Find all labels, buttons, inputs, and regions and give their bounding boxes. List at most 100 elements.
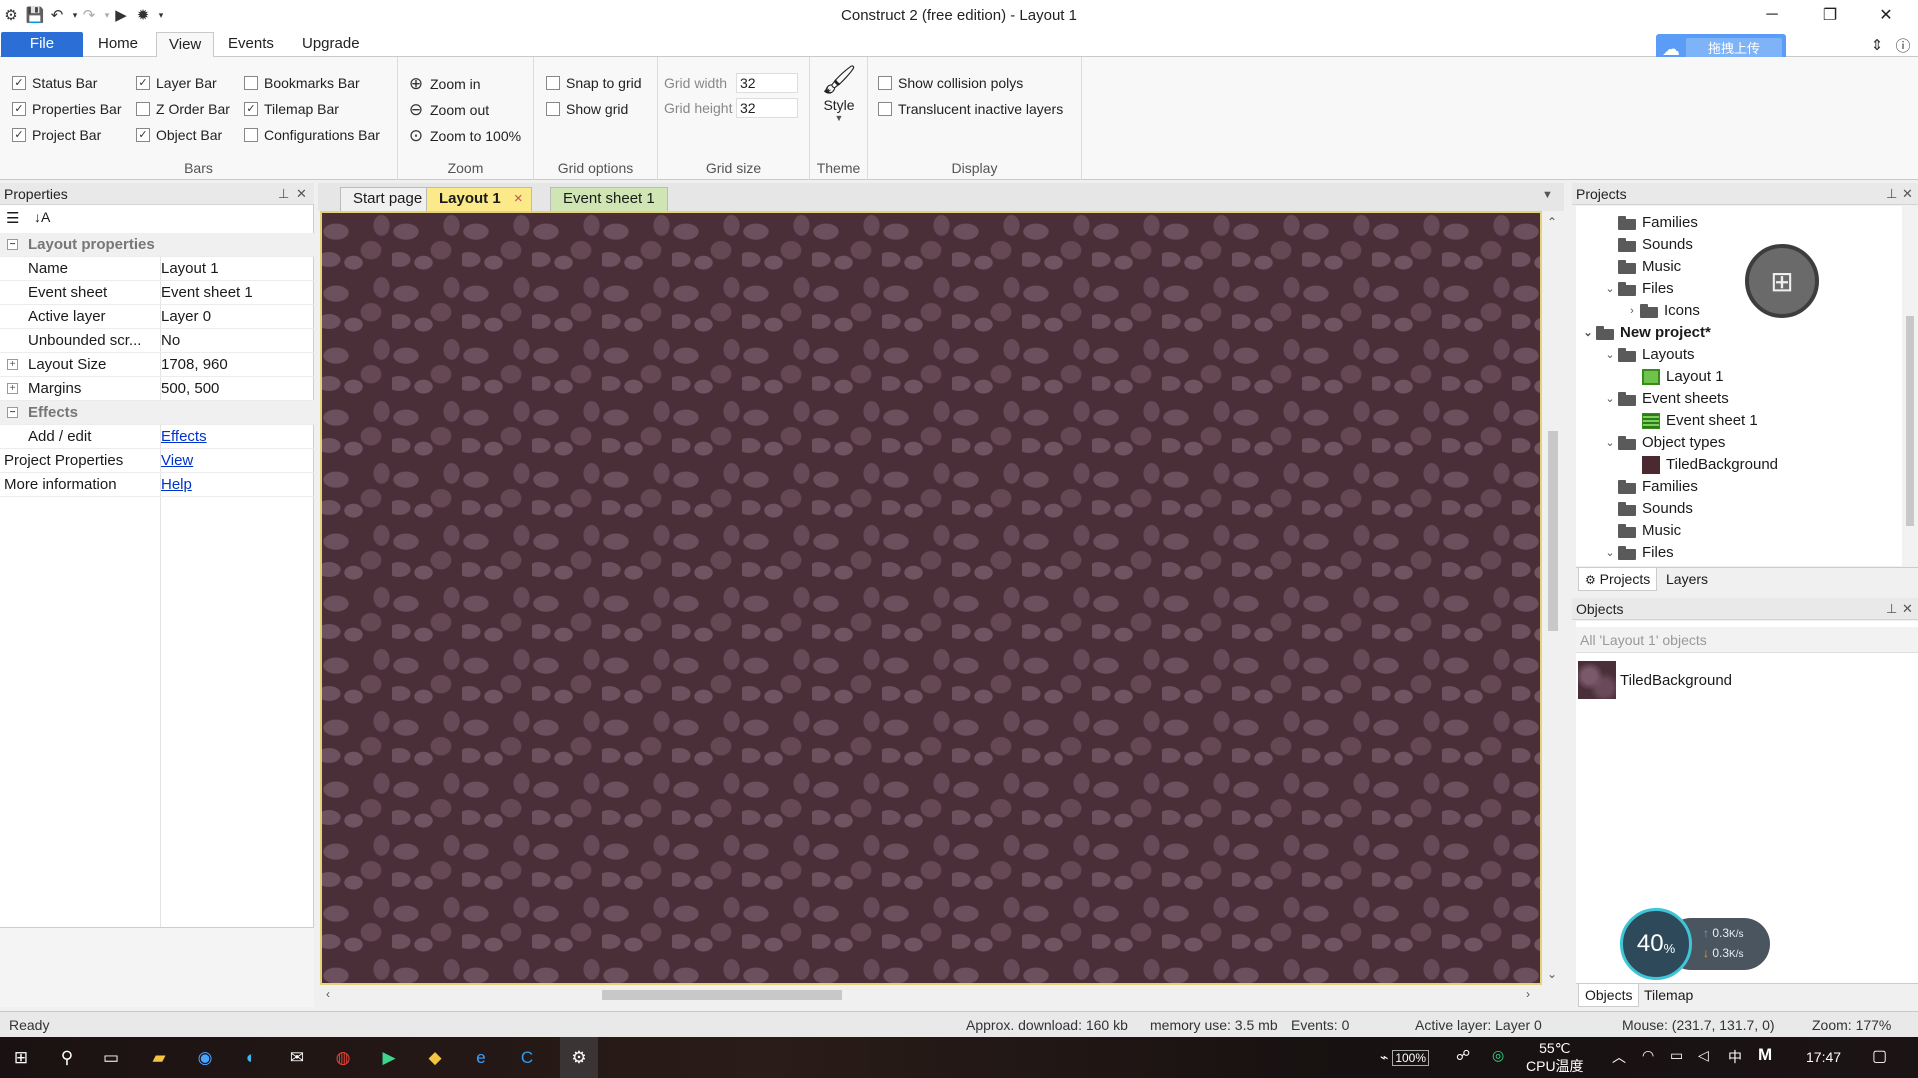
ime-indicator[interactable]: 中 [1728, 1047, 1742, 1067]
status-bar-toggle[interactable]: ✓ Status Bar [12, 75, 97, 91]
style-button[interactable]: 🖌 Style ▼ [810, 63, 868, 123]
tree-item-files[interactable]: ⌄ Files [1602, 542, 1673, 564]
tree-item-event-sheets[interactable]: ⌄ Event sheets [1602, 388, 1728, 410]
tab-layers[interactable]: Layers [1660, 568, 1714, 591]
tree-item-icons[interactable]: › Icons [1624, 300, 1700, 322]
tab-objects[interactable]: Objects [1578, 984, 1640, 1007]
sort-alpha-icon[interactable]: ↓A [34, 209, 50, 225]
snap-to-grid-toggle[interactable]: Snap to grid [546, 75, 642, 91]
task-view-icon[interactable]: ▭ [98, 1045, 124, 1071]
property-row[interactable]: + Margins 500, 500 [0, 377, 314, 401]
tree-item-sounds[interactable]: Sounds [1618, 498, 1693, 520]
projects-scrollbar[interactable] [1902, 206, 1918, 566]
tree-item-layout-1[interactable]: Layout 1 [1642, 366, 1724, 388]
grid-height-input[interactable]: 32 [736, 98, 798, 118]
close-button[interactable]: ✕ [1860, 0, 1912, 30]
clock[interactable]: 17:47 [1806, 1049, 1841, 1065]
tab-view[interactable]: View [156, 32, 215, 58]
wifi-icon[interactable]: ◠ [1642, 1047, 1654, 1064]
zoom-in-button[interactable]: ⊕ Zoom in [406, 74, 481, 94]
minimize-button[interactable]: ─ [1746, 0, 1798, 30]
scroll-thumb[interactable] [1906, 316, 1914, 526]
layer-bar-toggle[interactable]: ✓ Layer Bar [136, 75, 217, 91]
collapse-icon[interactable]: − [7, 407, 18, 418]
scroll-thumb[interactable] [602, 990, 842, 1000]
category-layout-properties[interactable]: − Layout properties [0, 233, 314, 257]
property-row[interactable]: Add / edit Effects [0, 425, 314, 449]
about-info-icon[interactable]: ⓘ [1894, 36, 1912, 55]
tree-item-new-project[interactable]: ⌄ New project* [1580, 322, 1710, 344]
chrome-icon[interactable]: ◍ [330, 1045, 356, 1071]
tab-upgrade[interactable]: Upgrade [290, 32, 372, 58]
pin-icon[interactable]: ⊥ [1886, 183, 1897, 205]
mail-icon[interactable]: ✉ [284, 1045, 310, 1071]
ribbon-collapse-icon[interactable]: ⇕ [1868, 36, 1886, 54]
tree-item-sounds[interactable]: Sounds [1618, 234, 1693, 256]
z-order-bar-toggle[interactable]: Z Order Bar [136, 101, 230, 117]
property-row[interactable]: Project Properties View [0, 449, 314, 473]
object-bar-toggle[interactable]: ✓ Object Bar [136, 127, 222, 143]
tree-item-tiledbackground[interactable]: TiledBackground [1642, 454, 1778, 476]
app-c-icon[interactable]: C [514, 1045, 540, 1071]
zoom-out-button[interactable]: ⊖ Zoom out [406, 100, 489, 120]
translucent-layers-toggle[interactable]: Translucent inactive layers [878, 101, 1063, 117]
ie-icon[interactable]: e [468, 1045, 494, 1071]
tree-item-files[interactable]: ⌄ Files [1602, 278, 1673, 300]
restore-button[interactable]: ❐ [1804, 0, 1856, 30]
configurations-bar-toggle[interactable]: Configurations Bar [244, 127, 380, 143]
start-windows-icon[interactable]: ⊞ [8, 1045, 34, 1071]
chevron-down-icon[interactable]: ⌄ [1602, 278, 1618, 300]
collapse-icon[interactable]: − [7, 239, 18, 250]
property-row[interactable]: Unbounded scr... No [0, 329, 314, 353]
grid-width-input[interactable]: 32 [736, 73, 798, 93]
expand-icon[interactable]: + [7, 359, 18, 370]
tab-event-sheet-1[interactable]: Event sheet 1 [550, 187, 668, 211]
tree-item-music[interactable]: Music [1618, 520, 1681, 542]
scroll-up-icon[interactable]: ⌃ [1547, 215, 1557, 229]
close-icon[interactable]: ✕ [1902, 598, 1913, 620]
project-bar-toggle[interactable]: ✓ Project Bar [12, 127, 101, 143]
zoom-100-button[interactable]: ⊙ Zoom to 100% [406, 126, 521, 146]
tree-item-layouts[interactable]: ⌄ Layouts [1602, 344, 1694, 366]
pin-icon[interactable]: ⊥ [1886, 598, 1897, 620]
tab-start-page[interactable]: Start page [340, 187, 436, 211]
help-link[interactable]: Help [161, 473, 192, 497]
properties-bar-toggle[interactable]: ✓ Properties Bar [12, 101, 121, 117]
bookmarks-bar-toggle[interactable]: Bookmarks Bar [244, 75, 360, 91]
chevron-down-icon[interactable]: ⌄ [1602, 432, 1618, 454]
chevron-down-icon[interactable]: ⌄ [1580, 322, 1596, 344]
chevron-down-icon[interactable]: ⌄ [1602, 542, 1618, 564]
chevron-up-icon[interactable]: ︿ [1612, 1047, 1626, 1067]
cpu-temperature[interactable]: 55℃ CPU温度 [1526, 1039, 1584, 1075]
search-icon[interactable]: ⚲ [54, 1045, 80, 1071]
chevron-down-icon[interactable]: ⌄ [1602, 344, 1618, 366]
chevron-down-icon[interactable]: ⌄ [1602, 388, 1618, 410]
construct-2-taskbar-icon[interactable]: ⚙ [560, 1037, 598, 1078]
volume-icon[interactable]: ◁ [1698, 1047, 1709, 1064]
tree-item-object-types[interactable]: ⌄ Object types [1602, 432, 1725, 454]
scroll-left-icon[interactable]: ‹ [326, 987, 330, 1001]
scroll-thumb[interactable] [1548, 431, 1558, 631]
scroll-down-icon[interactable]: ⌄ [1547, 967, 1557, 981]
gamepad-overlay-icon[interactable]: ⊞ [1745, 244, 1819, 318]
security-icon[interactable]: ◎ [1492, 1047, 1504, 1064]
file-explorer-icon[interactable]: ▰ [146, 1045, 172, 1071]
battery-indicator[interactable]: ⌁ 100% [1380, 1049, 1430, 1066]
tab-projects[interactable]: ⚙ Projects [1578, 568, 1658, 591]
effects-link[interactable]: Effects [161, 425, 207, 449]
edge-icon[interactable]: ◐ [238, 1045, 264, 1071]
chevron-right-icon[interactable]: › [1624, 300, 1640, 322]
objects-filter[interactable]: All 'Layout 1' objects [1576, 627, 1918, 653]
app-icon[interactable]: ◆ [422, 1045, 448, 1071]
categorized-view-icon[interactable]: ☰ [6, 209, 19, 227]
tree-item-families[interactable]: Families [1618, 212, 1698, 234]
tab-home[interactable]: Home [86, 32, 150, 58]
property-row[interactable]: Name Layout 1 [0, 257, 314, 281]
show-grid-toggle[interactable]: Show grid [546, 101, 628, 117]
tab-events[interactable]: Events [216, 32, 286, 58]
media-player-icon[interactable]: ▶ [376, 1045, 402, 1071]
close-icon[interactable]: ✕ [296, 183, 307, 205]
pin-icon[interactable]: ⊥ [278, 183, 289, 205]
view-project-link[interactable]: View [161, 449, 193, 473]
close-icon[interactable]: ✕ [1902, 183, 1913, 205]
